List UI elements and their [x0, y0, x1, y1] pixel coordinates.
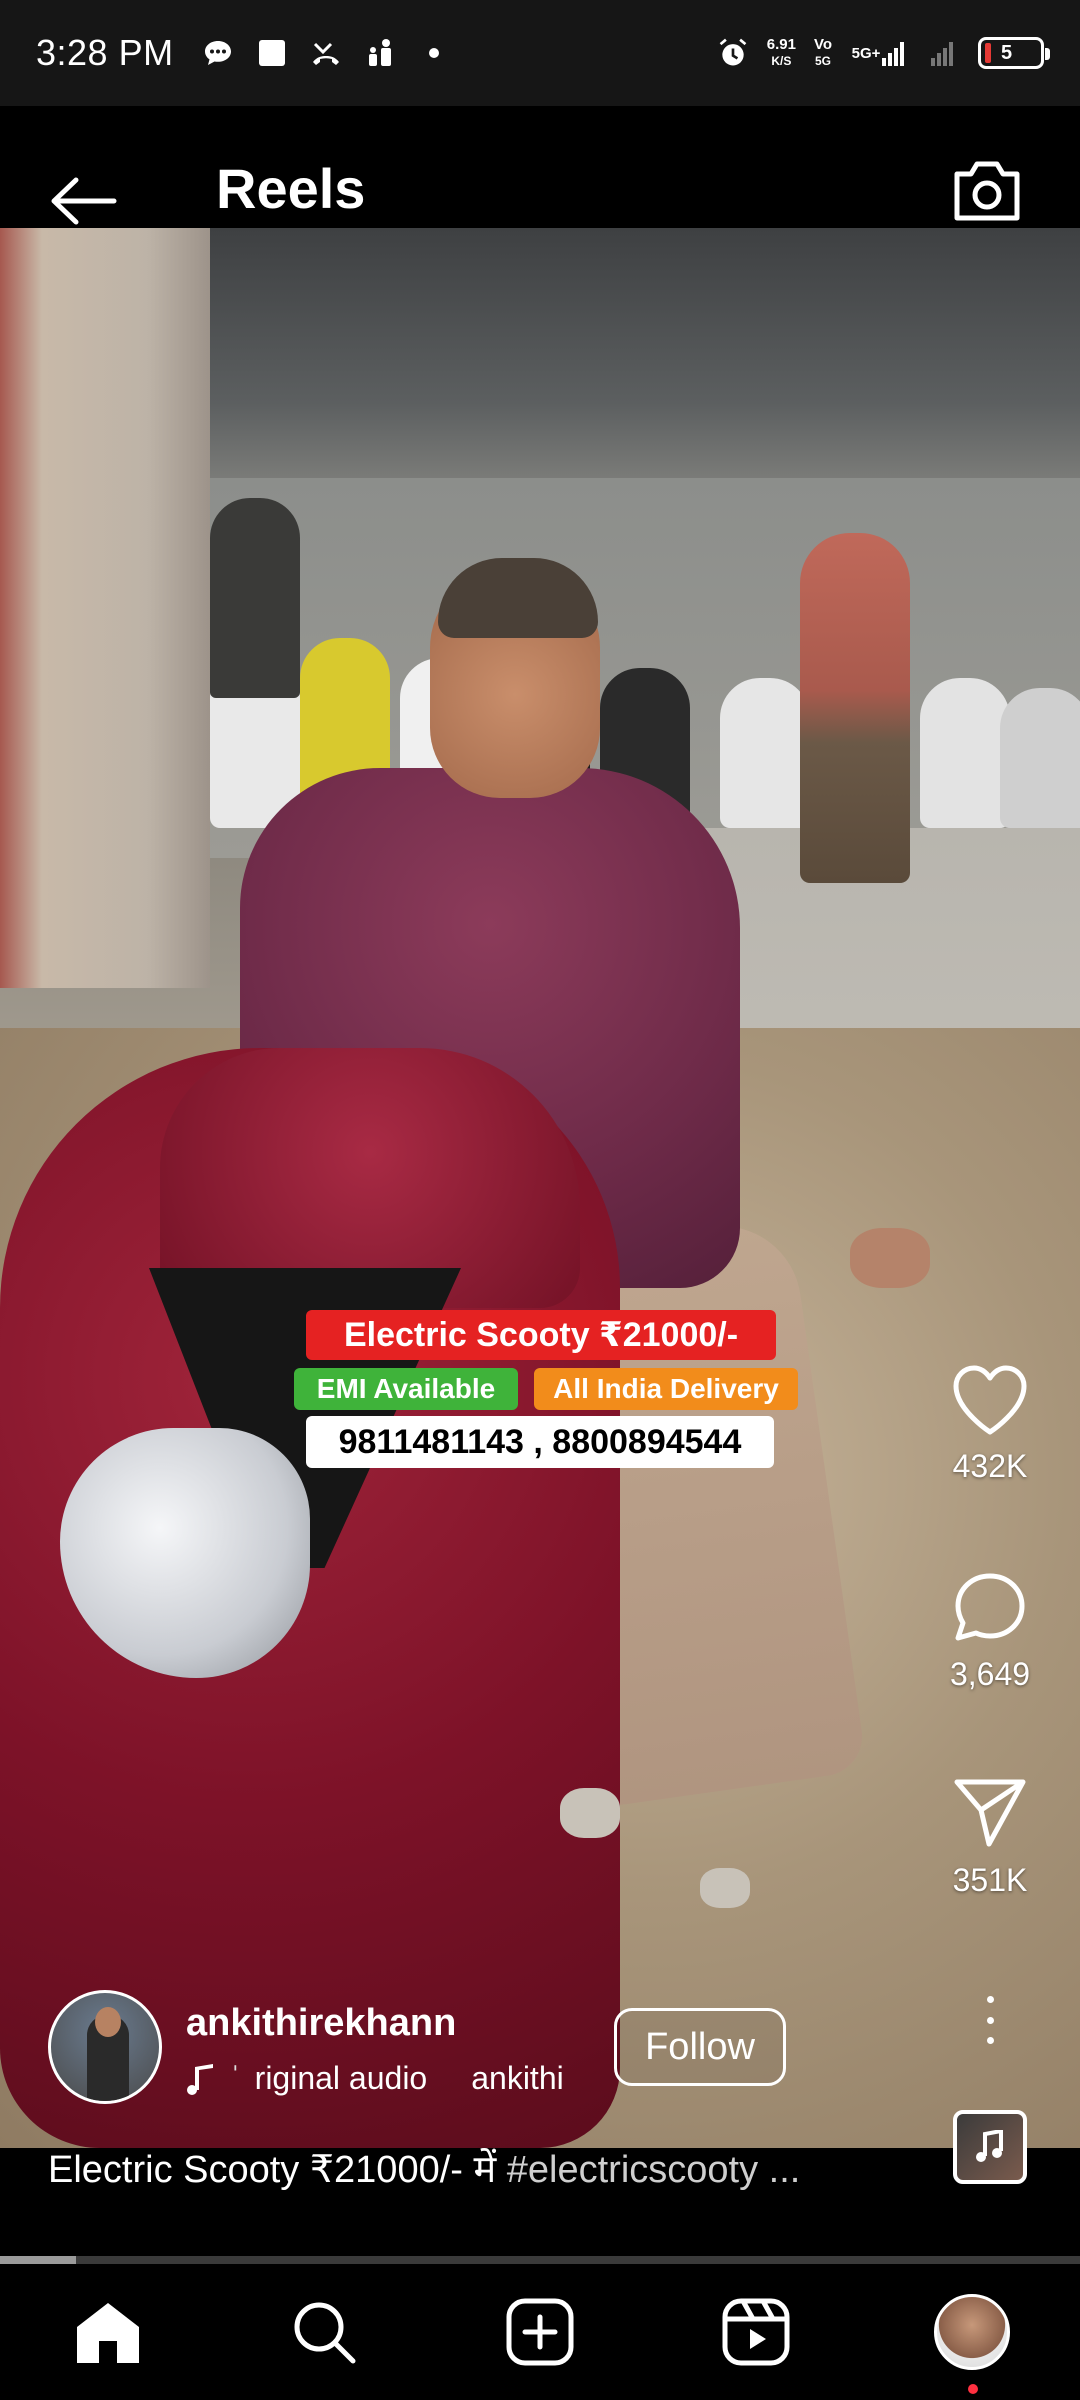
comment-count: 3,649: [949, 1656, 1031, 1692]
sim1-volte: Vo: [813, 36, 832, 53]
more-options-button[interactable]: [970, 1990, 1010, 2050]
page-title: Reels: [216, 157, 366, 220]
video-background-person: [210, 498, 300, 698]
nav-search[interactable]: [284, 2292, 364, 2372]
video-progress-bar[interactable]: [0, 2256, 1080, 2264]
bottom-navigation: [0, 2264, 1080, 2400]
like-count: 432K: [952, 1448, 1028, 1484]
comment-icon[interactable]: [950, 1568, 1030, 1644]
search-icon: [294, 2302, 356, 2364]
create-icon: [506, 2298, 574, 2366]
delivery-sticker: All India Delivery: [534, 1368, 798, 1410]
audio-thumbnail[interactable]: [953, 2110, 1027, 2184]
video-progress-fill: [0, 2256, 76, 2264]
share-count: 351K: [952, 1862, 1028, 1898]
send-icon[interactable]: [951, 1776, 1029, 1850]
video-background-ceiling: [200, 228, 1080, 478]
signal-icon: 5G+: [850, 37, 910, 69]
price-sticker: Electric Scooty ₹21000/-: [306, 1310, 776, 1360]
author-username[interactable]: ankithirekhann: [186, 2002, 456, 2045]
battery-icon: 5: [978, 37, 1050, 69]
video-background-person: [800, 533, 910, 883]
like-action[interactable]: 432K: [930, 1364, 1050, 1485]
music-note-icon: [187, 2063, 213, 2095]
comment-action[interactable]: 3,649: [930, 1568, 1050, 1693]
home-icon: [77, 2303, 139, 2363]
status-bar: 3:28 PM 6.91 K/S Vo 5G 5G+ 5: [0, 0, 1080, 106]
nav-home[interactable]: [68, 2292, 148, 2372]
status-time: 3:28 PM: [36, 32, 174, 73]
nav-reels[interactable]: [716, 2292, 796, 2372]
profile-notification-dot: [968, 2384, 978, 2394]
battery-level: 5: [1001, 41, 1013, 64]
reel-video[interactable]: [0, 228, 1080, 2148]
camera-button[interactable]: [946, 150, 1028, 232]
arrow-left-icon: [51, 177, 117, 225]
back-button[interactable]: [46, 164, 120, 238]
share-action[interactable]: 351K: [930, 1776, 1050, 1899]
phone-sticker: 9811481143 , 8800894544: [306, 1416, 774, 1468]
battery-fill: [985, 43, 991, 63]
emi-sticker: EMI Available: [294, 1368, 518, 1410]
status-notification-icons: [202, 37, 450, 69]
caption-text: Electric Scooty ₹21000/- में: [48, 2149, 507, 2191]
sim1-network: 5G: [814, 54, 831, 68]
sim2-network: 5G+: [851, 44, 881, 62]
music-note-icon: [976, 2130, 1003, 2162]
audio-row[interactable]: ˈ riginal audio ankithi: [186, 2060, 564, 2097]
reels-icon: [722, 2298, 790, 2366]
nav-profile[interactable]: [932, 2292, 1012, 2372]
square-app-icon: [256, 37, 288, 69]
caption-hashtag[interactable]: #electricscooty ...: [507, 2149, 801, 2191]
status-system-icons: 6.91 K/S Vo 5G 5G+ 5: [717, 37, 1050, 69]
more-dots-icon: [986, 1996, 994, 2003]
missed-call-icon: [310, 37, 342, 69]
network-speed-unit: K/S: [771, 54, 792, 68]
alarm-icon: [717, 37, 749, 69]
signal-weak-icon: [928, 37, 960, 69]
chat-bubble-icon: [202, 37, 234, 69]
audio-owner: ankithi: [471, 2060, 564, 2096]
people-icon: [364, 37, 396, 69]
author-avatar[interactable]: [48, 1990, 162, 2104]
audio-label: riginal audio: [254, 2060, 428, 2096]
reel-caption[interactable]: Electric Scooty ₹21000/- में #electricsc…: [48, 2142, 908, 2194]
follow-button[interactable]: Follow: [614, 2008, 786, 2086]
camera-icon: [954, 161, 1020, 221]
sim1-label: Vo 5G: [814, 37, 832, 69]
video-background-pillar: [0, 228, 210, 988]
nav-create[interactable]: [500, 2292, 580, 2372]
dot-icon: [418, 37, 450, 69]
reels-header: Reels: [0, 106, 1080, 228]
heart-icon[interactable]: [950, 1364, 1030, 1436]
network-speed: 6.91 K/S: [767, 37, 796, 69]
profile-avatar: [934, 2294, 1010, 2370]
network-speed-value: 6.91: [766, 36, 796, 53]
